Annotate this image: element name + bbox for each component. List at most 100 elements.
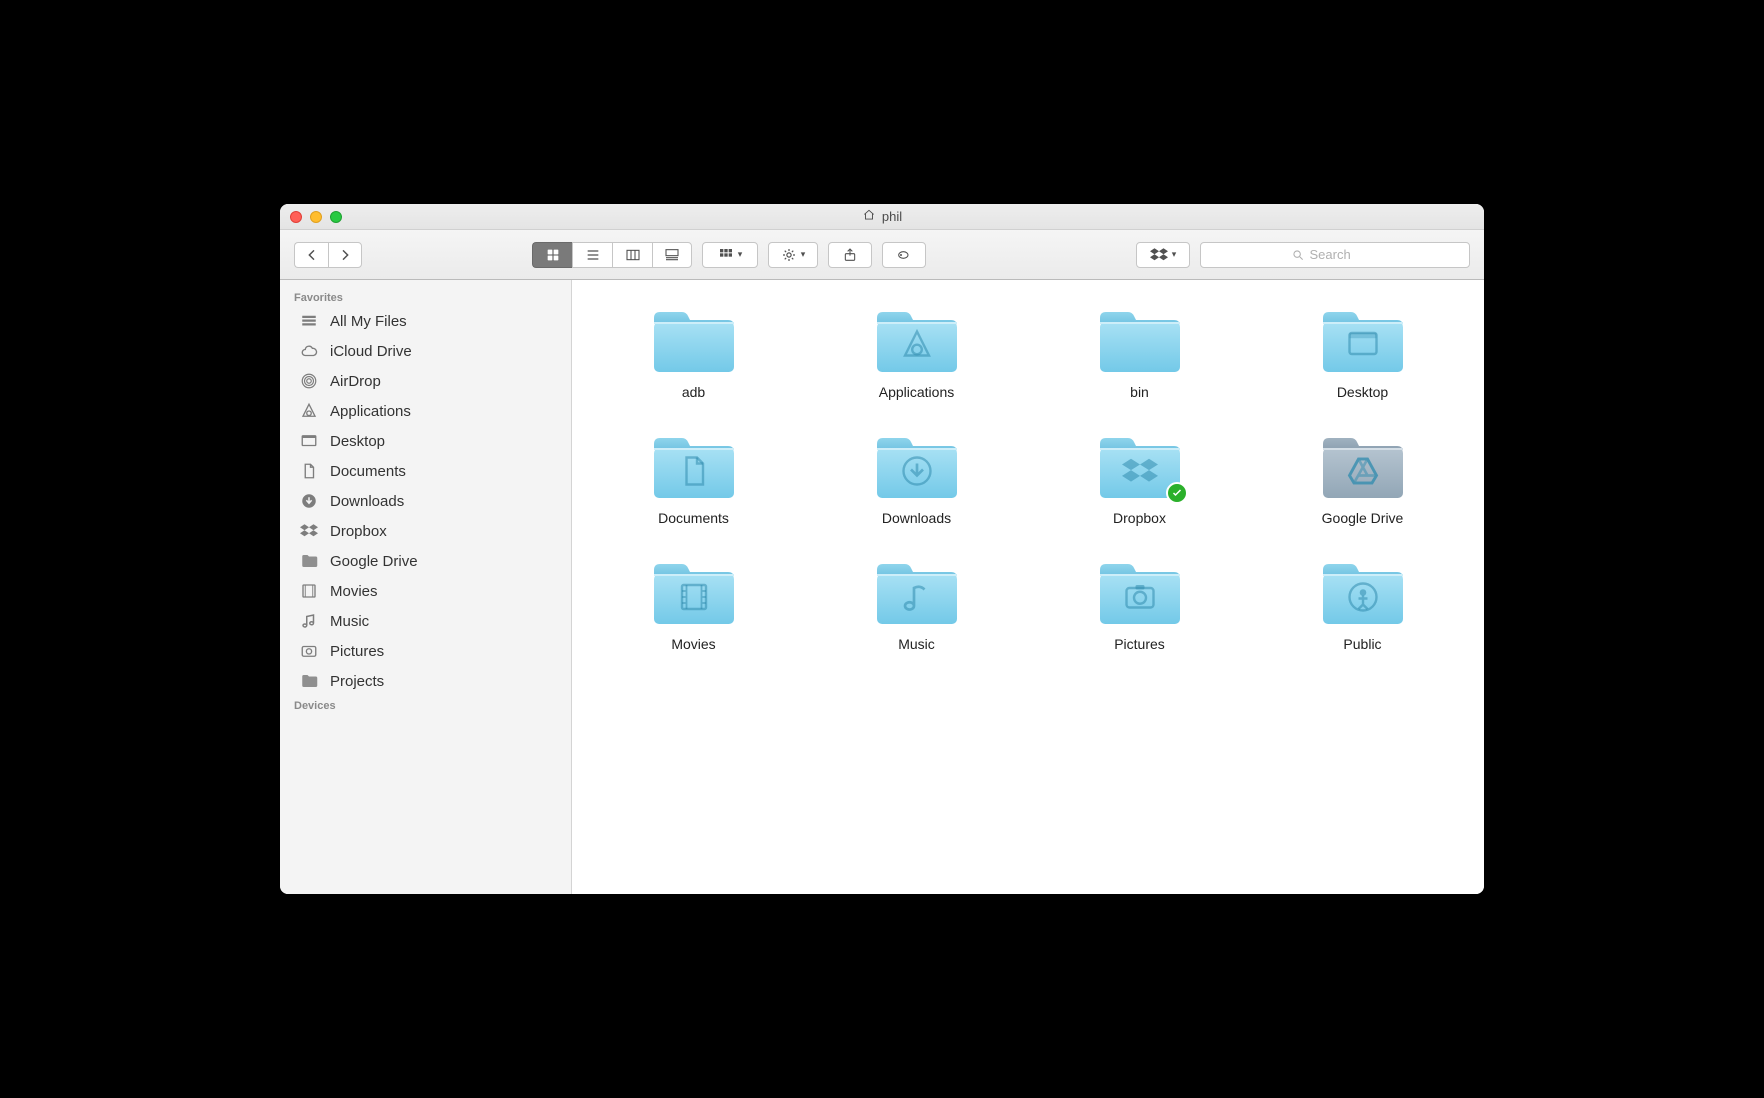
- action-button[interactable]: ▾: [768, 242, 818, 268]
- sidebar-item-label: Projects: [330, 673, 384, 690]
- applications-icon: [298, 401, 320, 421]
- sidebar-heading: Favorites: [280, 288, 571, 306]
- sidebar: Favorites All My Files iCloud Drive AirDrop…: [280, 280, 572, 894]
- back-button[interactable]: [294, 242, 328, 268]
- sidebar-item-label: Pictures: [330, 643, 384, 660]
- folder-icon: [1096, 430, 1184, 502]
- movies-icon: [650, 556, 738, 628]
- folder-item-dropbox[interactable]: Dropbox: [1048, 430, 1231, 526]
- folder-icon: [298, 671, 320, 691]
- sidebar-item-label: Documents: [330, 463, 406, 480]
- view-group: [532, 242, 692, 268]
- folder-icon: [873, 556, 961, 628]
- sidebar-item-label: Desktop: [330, 433, 385, 450]
- sidebar-item-dropbox[interactable]: Dropbox: [280, 516, 571, 546]
- gdrive-icon: [1319, 430, 1407, 502]
- sidebar-item-projects[interactable]: Projects: [280, 666, 571, 696]
- folder-icon: [1096, 556, 1184, 628]
- sidebar-item-icloud-drive[interactable]: iCloud Drive: [280, 336, 571, 366]
- sidebar-item-label: iCloud Drive: [330, 343, 412, 360]
- folder-item-pictures[interactable]: Pictures: [1048, 556, 1231, 652]
- folder-label: Downloads: [882, 510, 951, 526]
- folder-item-google-drive[interactable]: Google Drive: [1271, 430, 1454, 526]
- folder-label: Music: [898, 636, 935, 652]
- sidebar-item-label: All My Files: [330, 313, 407, 330]
- folder-label: bin: [1130, 384, 1149, 400]
- home-icon: [862, 208, 876, 225]
- folder-icon: [1096, 304, 1184, 376]
- view-columns-button[interactable]: [612, 242, 652, 268]
- sidebar-item-music[interactable]: Music: [280, 606, 571, 636]
- airdrop-icon: [298, 371, 320, 391]
- applications-icon: [873, 304, 961, 376]
- sidebar-item-label: Music: [330, 613, 369, 630]
- minimize-button[interactable]: [310, 211, 322, 223]
- desktop-icon: [298, 431, 320, 451]
- sidebar-item-label: Dropbox: [330, 523, 387, 540]
- folder-item-downloads[interactable]: Downloads: [825, 430, 1008, 526]
- folder-item-adb[interactable]: adb: [602, 304, 785, 400]
- view-list-button[interactable]: [572, 242, 612, 268]
- folder-item-applications[interactable]: Applications: [825, 304, 1008, 400]
- sidebar-item-movies[interactable]: Movies: [280, 576, 571, 606]
- forward-button[interactable]: [328, 242, 362, 268]
- folder-label: Documents: [658, 510, 729, 526]
- downloads-icon: [298, 491, 320, 511]
- sidebar-item-label: AirDrop: [330, 373, 381, 390]
- folder-item-movies[interactable]: Movies: [602, 556, 785, 652]
- folder-icon: [1319, 430, 1407, 502]
- folder-item-documents[interactable]: Documents: [602, 430, 785, 526]
- folder-icon: [650, 556, 738, 628]
- sidebar-item-label: Google Drive: [330, 553, 418, 570]
- search-input[interactable]: [1310, 247, 1380, 262]
- folder-label: adb: [682, 384, 705, 400]
- search-field[interactable]: [1200, 242, 1470, 268]
- sync-badge-icon: [1166, 482, 1188, 504]
- folder-item-music[interactable]: Music: [825, 556, 1008, 652]
- tags-button[interactable]: [882, 242, 926, 268]
- close-button[interactable]: [290, 211, 302, 223]
- view-coverflow-button[interactable]: [652, 242, 692, 268]
- folder-icon: [873, 430, 961, 502]
- sidebar-item-applications[interactable]: Applications: [280, 396, 571, 426]
- cloud-icon: [298, 341, 320, 361]
- folder-icon: [1319, 556, 1407, 628]
- sidebar-item-downloads[interactable]: Downloads: [280, 486, 571, 516]
- folder-icon: [1319, 304, 1407, 376]
- movies-icon: [298, 581, 320, 601]
- folder-icon: [650, 430, 738, 502]
- folder-item-bin[interactable]: bin: [1048, 304, 1231, 400]
- folder-label: Desktop: [1337, 384, 1388, 400]
- dropbox-icon: [298, 521, 320, 541]
- public-icon: [1319, 556, 1407, 628]
- folder-label: Applications: [879, 384, 955, 400]
- arrange-button[interactable]: ▾: [702, 242, 758, 268]
- sidebar-item-airdrop[interactable]: AirDrop: [280, 366, 571, 396]
- window-controls: [280, 211, 342, 223]
- zoom-button[interactable]: [330, 211, 342, 223]
- view-icons-button[interactable]: [532, 242, 572, 268]
- sidebar-item-pictures[interactable]: Pictures: [280, 636, 571, 666]
- folder-item-desktop[interactable]: Desktop: [1271, 304, 1454, 400]
- nav-group: [294, 242, 362, 268]
- window-title: phil: [882, 209, 902, 224]
- folder-icon: [650, 304, 738, 376]
- titlebar: phil: [280, 204, 1484, 230]
- sidebar-item-all-my-files[interactable]: All My Files: [280, 306, 571, 336]
- finder-window: phil ▾ ▾ ▾ Favorites All My Files iCloud D…: [280, 204, 1484, 894]
- sidebar-item-documents[interactable]: Documents: [280, 456, 571, 486]
- sidebar-item-label: Applications: [330, 403, 411, 420]
- folder-item-public[interactable]: Public: [1271, 556, 1454, 652]
- desktop-icon: [1319, 304, 1407, 376]
- pictures-icon: [298, 641, 320, 661]
- documents-icon: [650, 430, 738, 502]
- share-button[interactable]: [828, 242, 872, 268]
- sidebar-item-google-drive[interactable]: Google Drive: [280, 546, 571, 576]
- documents-icon: [298, 461, 320, 481]
- music-icon: [873, 556, 961, 628]
- folder-label: Dropbox: [1113, 510, 1166, 526]
- sidebar-item-desktop[interactable]: Desktop: [280, 426, 571, 456]
- folder-label: Google Drive: [1322, 510, 1404, 526]
- folder-label: Movies: [671, 636, 715, 652]
- dropbox-toolbar-button[interactable]: ▾: [1136, 242, 1190, 268]
